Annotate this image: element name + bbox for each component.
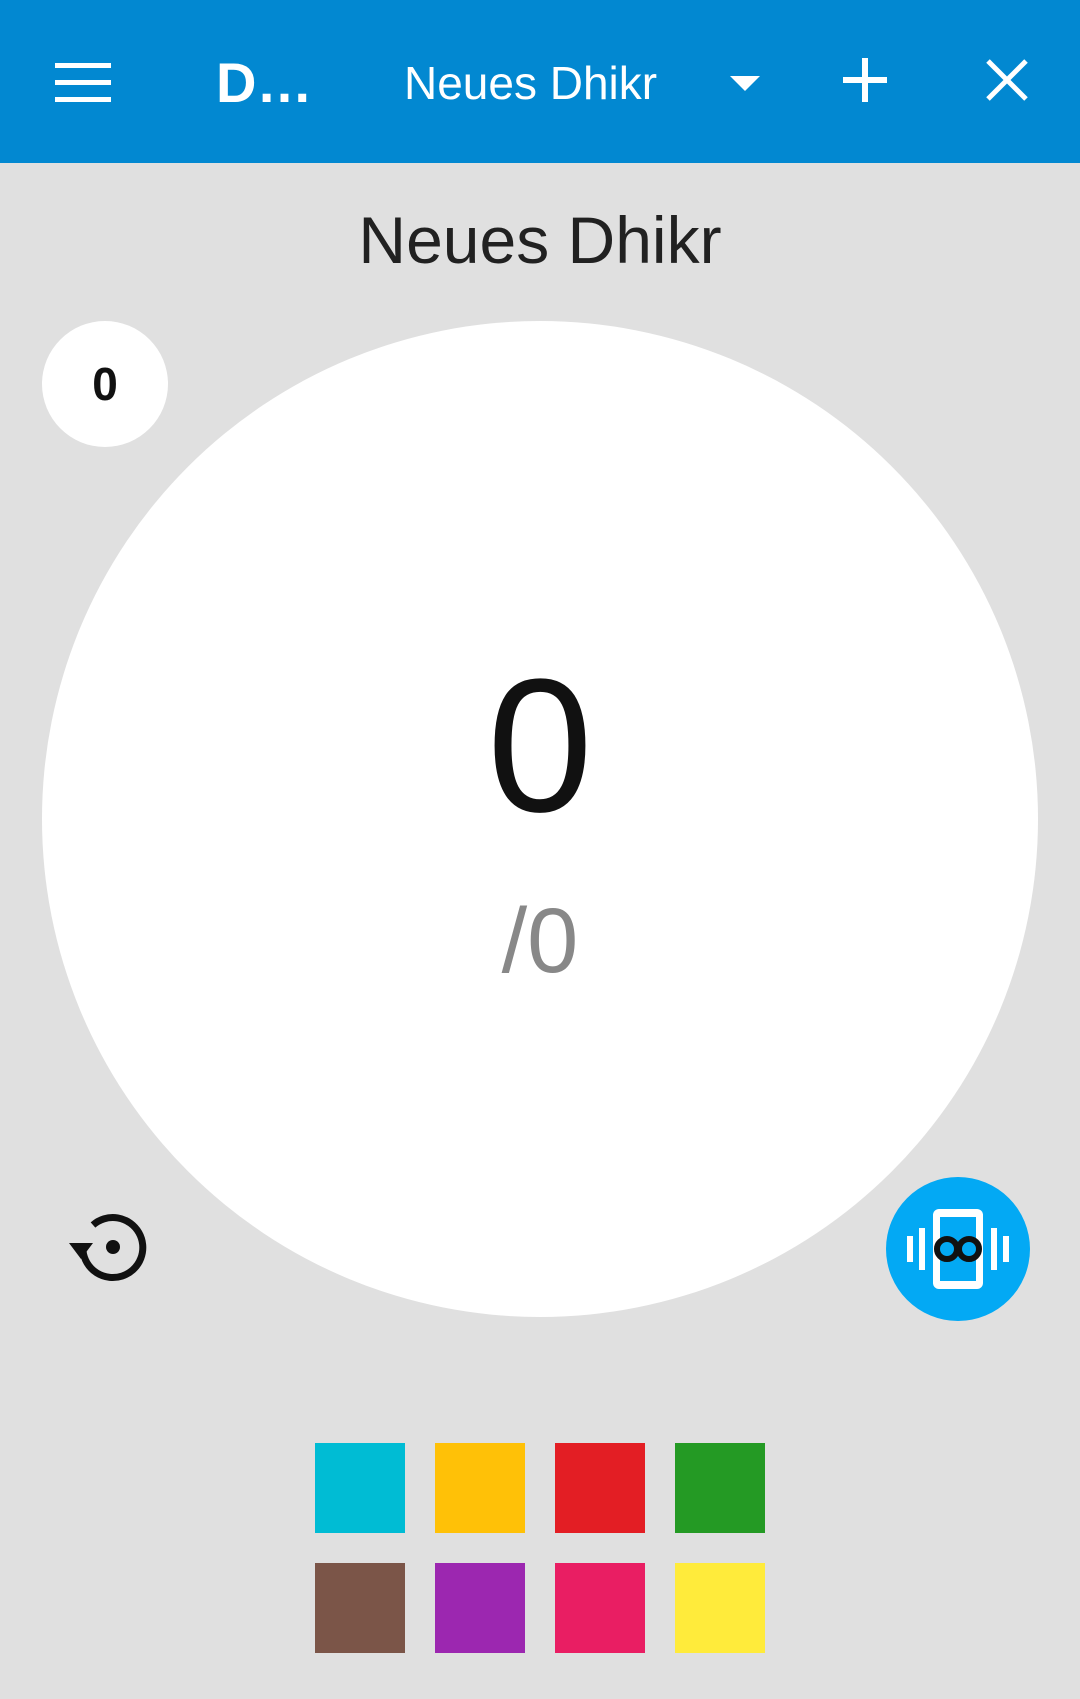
color-swatch-red[interactable] (555, 1443, 645, 1533)
reset-button[interactable] (56, 1192, 166, 1302)
close-icon (986, 59, 1028, 101)
color-swatch-amber[interactable] (435, 1443, 525, 1533)
rounds-badge: 0 (42, 321, 168, 447)
caret-down-icon (730, 76, 760, 91)
dhikr-dropdown-value: Neues Dhikr (404, 57, 658, 109)
color-swatch-pink[interactable] (555, 1563, 645, 1653)
vibrate-infinity-icon (907, 1209, 1009, 1289)
count-value: 0 (487, 640, 593, 852)
color-swatch-yellow[interactable] (675, 1563, 765, 1653)
color-swatch-cyan[interactable] (315, 1443, 405, 1533)
color-swatch-purple[interactable] (435, 1563, 525, 1653)
reset-history-icon (69, 1214, 147, 1281)
app-title: Dhikr (216, 51, 336, 114)
color-swatch-green[interactable] (675, 1443, 765, 1533)
dhikr-dropdown[interactable]: Neues Dhikr (392, 40, 774, 126)
color-picker (315, 1443, 765, 1653)
counter-tap-area[interactable]: 0 /0 (42, 321, 1038, 1317)
add-dhikr-button[interactable] (830, 40, 900, 120)
menu-button[interactable] (50, 50, 116, 116)
vibrate-toggle-button[interactable] (886, 1177, 1030, 1321)
target-value: /0 (501, 890, 579, 992)
app-bar: Dhikr Neues Dhikr (0, 0, 1080, 163)
close-button[interactable] (972, 40, 1042, 120)
plus-icon (843, 58, 887, 102)
color-swatch-brown[interactable] (315, 1563, 405, 1653)
menu-icon (55, 63, 111, 102)
dhikr-title: Neues Dhikr (358, 203, 722, 277)
